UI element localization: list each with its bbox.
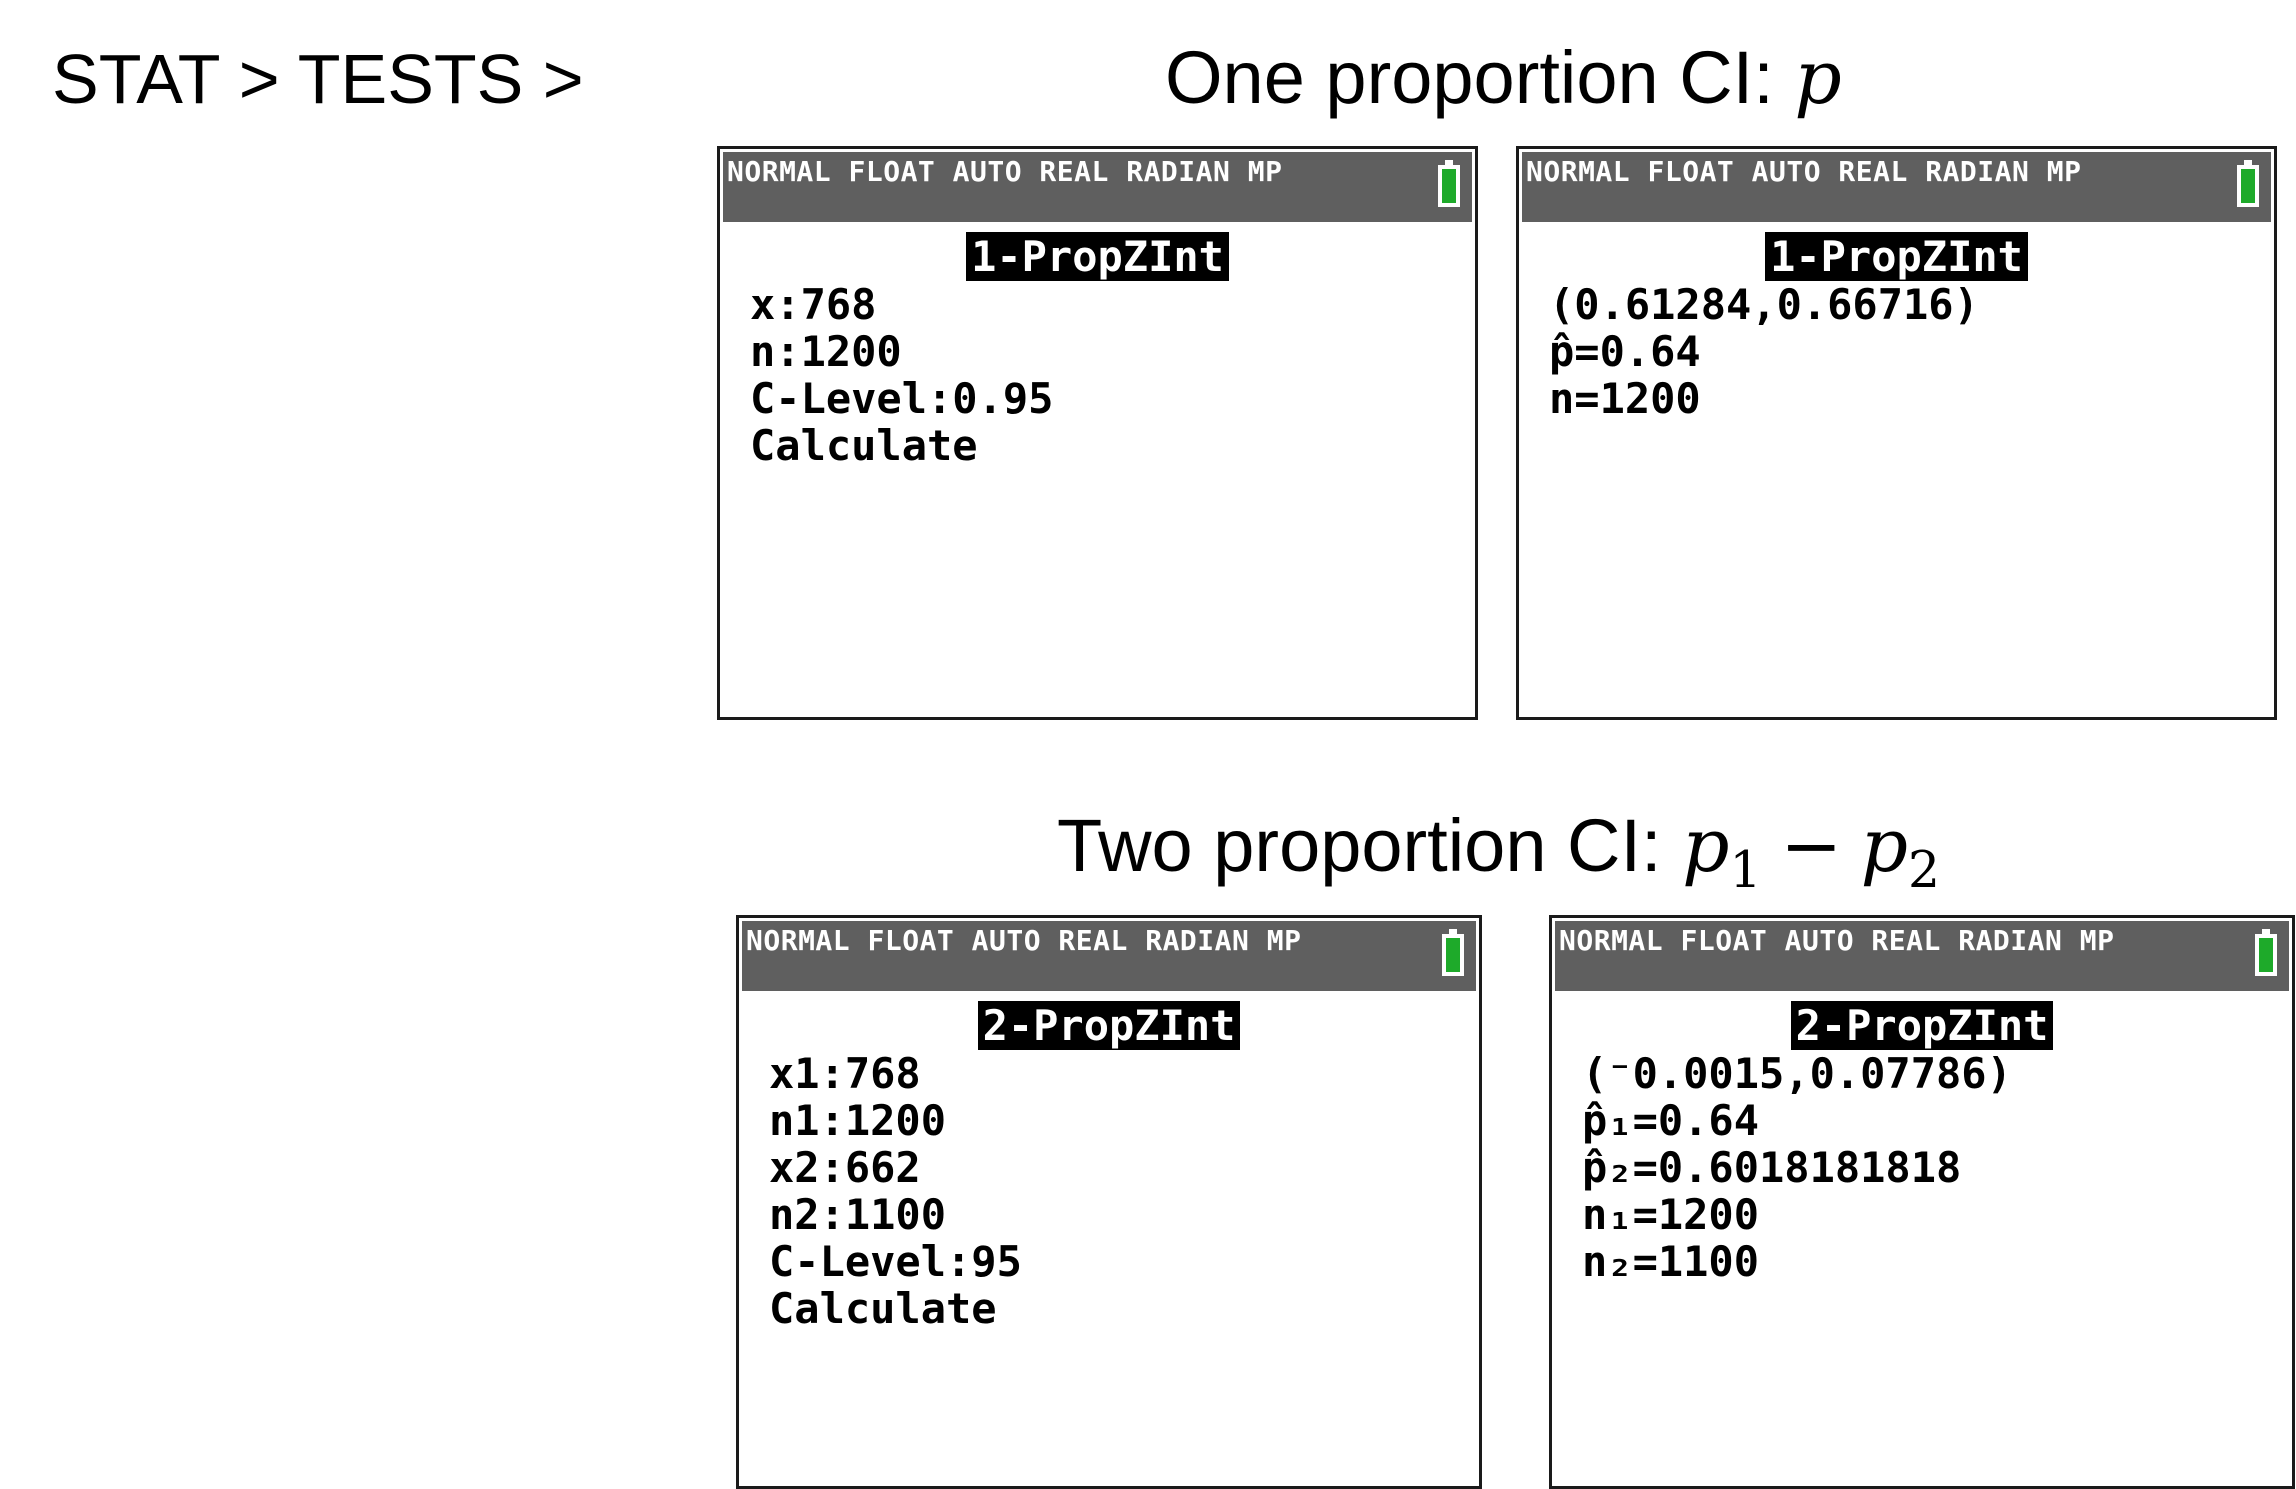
n2-field[interactable]: n2:1100 (769, 1191, 1479, 1238)
screen-body: 1-PropZInt x:768 n:1200 C-Level:0.95 Cal… (720, 227, 1475, 717)
status-bar-text: NORMAL FLOAT AUTO REAL RADIAN MP (746, 924, 1302, 957)
status-bar: NORMAL FLOAT AUTO REAL RADIAN MP (742, 921, 1476, 991)
battery-icon (2237, 160, 2259, 207)
p-hat-value: p̂=0.64 (1549, 327, 1701, 376)
parameter-p: p (1794, 35, 1842, 121)
screen-heading: 2-PropZInt (739, 1001, 1479, 1050)
screen-body: 2-PropZInt x1:768 n1:1200 x2:662 n2:1100… (739, 996, 1479, 1486)
calculator-screen-two-prop-input: NORMAL FLOAT AUTO REAL RADIAN MP 2-PropZ… (736, 915, 1482, 1489)
p2-hat-value: p̂₂=0.6018181818 (1582, 1143, 1962, 1192)
x1-field[interactable]: x1:768 (769, 1050, 1479, 1097)
two-proportion-label: Two proportion CI: (1057, 804, 1683, 887)
status-bar: NORMAL FLOAT AUTO REAL RADIAN MP (1555, 921, 2289, 991)
battery-icon (1438, 160, 1460, 207)
battery-icon (1442, 929, 1464, 976)
status-bar-text: NORMAL FLOAT AUTO REAL RADIAN MP (1559, 924, 2115, 957)
status-bar-text: NORMAL FLOAT AUTO REAL RADIAN MP (727, 155, 1283, 188)
two-proportion-title: Two proportion CI: p1− p2 (1057, 798, 1940, 918)
screen-heading: 2-PropZInt (1552, 1001, 2292, 1050)
n-value: n=1200 (1549, 374, 1701, 423)
status-bar: NORMAL FLOAT AUTO REAL RADIAN MP (723, 152, 1472, 222)
p1-hat-value: p̂₁=0.64 (1582, 1096, 1760, 1145)
n1-value: n₁=1200 (1582, 1190, 1760, 1239)
n1-field[interactable]: n1:1200 (769, 1097, 1479, 1144)
calculator-screen-one-prop-input: NORMAL FLOAT AUTO REAL RADIAN MP 1-PropZ… (717, 146, 1478, 720)
screen-heading: 1-PropZInt (720, 232, 1475, 281)
status-bar-text: NORMAL FLOAT AUTO REAL RADIAN MP (1526, 155, 2082, 188)
n-field[interactable]: n:1200 (750, 328, 1475, 375)
screen-body: 1-PropZInt (0.61284,0.66716) p̂=0.64 n=1… (1519, 227, 2274, 717)
c-level-field[interactable]: C-Level:95 (769, 1238, 1479, 1285)
calculator-screen-two-prop-output: NORMAL FLOAT AUTO REAL RADIAN MP 2-PropZ… (1549, 915, 2295, 1489)
x-field[interactable]: x:768 (750, 281, 1475, 328)
calculate-option[interactable]: Calculate (769, 1285, 1479, 1332)
x2-field[interactable]: x2:662 (769, 1144, 1479, 1191)
c-level-field[interactable]: C-Level:0.95 (750, 375, 1475, 422)
one-proportion-title: One proportion CI: p (1165, 30, 1842, 126)
confidence-interval: (0.61284,0.66716) (1549, 280, 1979, 329)
screen-heading: 1-PropZInt (1519, 232, 2274, 281)
battery-icon (2255, 929, 2277, 976)
confidence-interval: (⁻0.0015,0.07786) (1582, 1049, 2012, 1098)
minus-sign: − (1780, 803, 1843, 889)
one-proportion-label: One proportion CI: (1165, 36, 1795, 119)
parameter-p1: p1 (1682, 803, 1762, 900)
menu-path: STAT > TESTS > (52, 40, 584, 118)
calculate-option[interactable]: Calculate (750, 422, 1475, 469)
status-bar: NORMAL FLOAT AUTO REAL RADIAN MP (1522, 152, 2271, 222)
parameter-p2: p2 (1860, 803, 1940, 900)
n2-value: n₂=1100 (1582, 1237, 1760, 1286)
screen-body: 2-PropZInt (⁻0.0015,0.07786) p̂₁=0.64 p̂… (1552, 996, 2292, 1486)
calculator-screen-one-prop-output: NORMAL FLOAT AUTO REAL RADIAN MP 1-PropZ… (1516, 146, 2277, 720)
